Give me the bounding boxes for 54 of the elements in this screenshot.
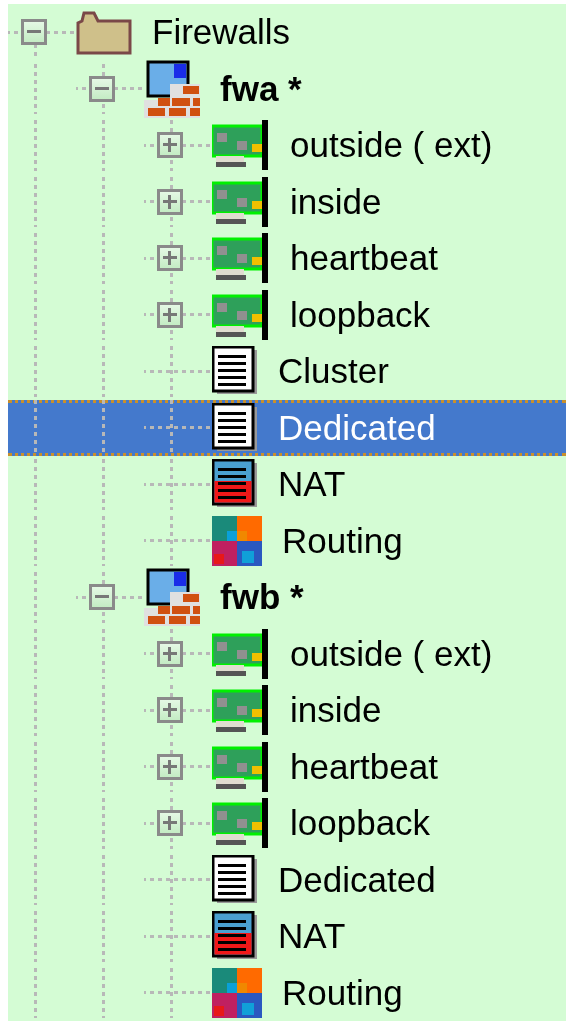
tree-row[interactable]: fwa *: [8, 60, 566, 117]
network-card-icon: [212, 798, 270, 849]
puzzle-icon: [212, 967, 262, 1018]
node-label: heartbeat: [290, 746, 438, 787]
tree-row[interactable]: Dedicated: [8, 851, 566, 908]
document-icon: [212, 911, 258, 962]
network-card-icon: [212, 176, 270, 227]
document-icon: [212, 459, 258, 510]
network-card-icon: [212, 628, 270, 679]
folder-icon: [76, 9, 132, 56]
node-label: NAT: [278, 464, 346, 505]
node-label: Dedicated: [278, 859, 436, 900]
tree-row[interactable]: outside ( ext): [8, 117, 566, 174]
tree-row[interactable]: Firewalls: [8, 4, 566, 61]
node-label: outside ( ext): [290, 125, 493, 166]
document-icon: [212, 402, 258, 453]
tree-row[interactable]: loopback: [8, 286, 566, 343]
tree-row[interactable]: NAT: [8, 908, 566, 965]
node-label: fwb *: [220, 577, 304, 618]
tree-row[interactable]: Dedicated: [8, 399, 566, 456]
network-card-icon: [212, 741, 270, 792]
node-label: inside: [290, 690, 382, 731]
document-icon: [212, 854, 258, 905]
node-label: fwa *: [220, 68, 302, 109]
tree-row[interactable]: Routing: [8, 964, 566, 1021]
node-label: loopback: [290, 803, 431, 844]
tree-row[interactable]: Cluster: [8, 343, 566, 400]
tree-row[interactable]: fwb *: [8, 569, 566, 626]
tree-row[interactable]: inside: [8, 173, 566, 230]
node-label: Firewalls: [152, 12, 291, 53]
node-label: Dedicated: [278, 407, 436, 448]
tree-row[interactable]: heartbeat: [8, 738, 566, 795]
firewall-icon: [144, 568, 200, 627]
firewall-icon: [144, 59, 200, 118]
node-label: heartbeat: [290, 238, 438, 279]
puzzle-icon: [212, 515, 262, 566]
node-label: Routing: [282, 972, 403, 1013]
tree-row[interactable]: Routing: [8, 512, 566, 569]
node-label: Cluster: [278, 351, 389, 392]
tree-row[interactable]: heartbeat: [8, 230, 566, 287]
tree-row[interactable]: inside: [8, 682, 566, 739]
document-icon: [212, 346, 258, 397]
network-card-icon: [212, 233, 270, 284]
tree-row[interactable]: loopback: [8, 795, 566, 852]
tree-row[interactable]: outside ( ext): [8, 625, 566, 682]
node-label: outside ( ext): [290, 633, 493, 674]
tree-row[interactable]: NAT: [8, 456, 566, 513]
node-label: NAT: [278, 916, 346, 957]
network-card-icon: [212, 120, 270, 171]
network-card-icon: [212, 289, 270, 340]
node-label: inside: [290, 181, 382, 222]
network-card-icon: [212, 685, 270, 736]
node-label: Routing: [282, 520, 403, 561]
node-label: loopback: [290, 294, 431, 335]
